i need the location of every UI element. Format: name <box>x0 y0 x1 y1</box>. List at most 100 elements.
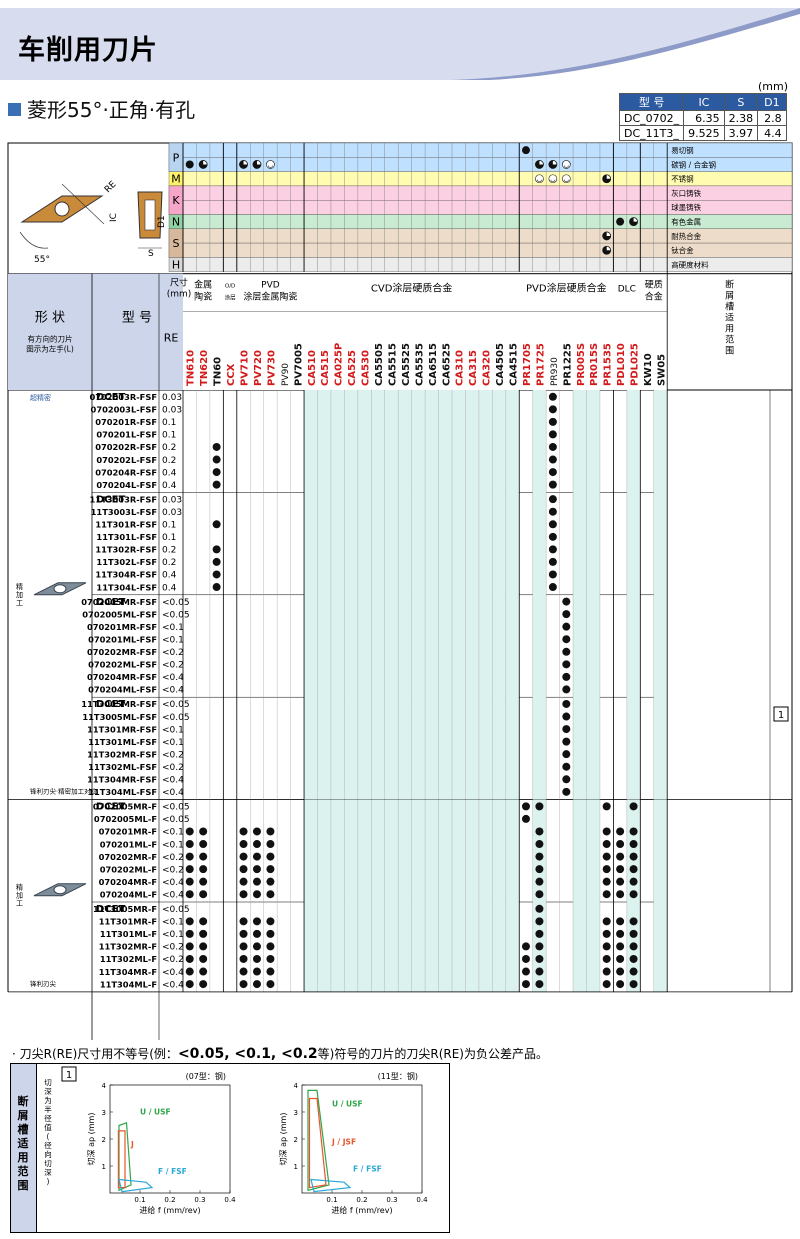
compat-dot <box>562 737 571 746</box>
chip-header-char: 槽 <box>725 301 734 313</box>
compat-dot <box>548 455 557 464</box>
re-cell: 0.03 <box>162 393 182 403</box>
x-axis-label: 进给 f (mm/rev) <box>331 1205 392 1215</box>
x-tick: 0.3 <box>386 1196 397 1204</box>
angle55-label: 55° <box>34 255 50 265</box>
compat-dot <box>212 545 221 554</box>
compat-dot <box>212 455 221 464</box>
compat-dot <box>562 622 571 631</box>
grade-name: PDL010 <box>616 343 627 386</box>
compat-dot <box>185 877 194 886</box>
compat-dot <box>185 917 194 926</box>
teal-column <box>452 390 466 800</box>
s-label: S <box>148 249 154 259</box>
compat-dot <box>199 942 208 951</box>
shape-header: 形 状 <box>35 311 65 326</box>
compat-dot <box>252 929 261 938</box>
shape-label-char: 精 <box>16 582 23 591</box>
model-cell: 11T301MR-FSF <box>87 724 157 734</box>
x-tick: 0.2 <box>356 1196 367 1204</box>
material-mark <box>616 217 625 226</box>
footnote-values: <0.05, <0.1, <0.2 <box>177 1046 318 1062</box>
compat-dot <box>616 840 625 849</box>
y-tick: 1 <box>294 1163 298 1171</box>
panel-num: 1 <box>66 1070 72 1081</box>
compat-dot <box>629 877 638 886</box>
grade-name: PR1705 <box>522 343 533 386</box>
compat-dot <box>629 967 638 976</box>
re-cell: <0.1 <box>162 725 184 735</box>
compat-dot <box>266 967 275 976</box>
re-cell: <0.4 <box>162 878 184 888</box>
re-cell: <0.2 <box>162 865 184 875</box>
model-cell: 0702005MR-F <box>93 802 157 812</box>
y-tick: 3 <box>102 1109 106 1117</box>
grade-matrix: REIC55°D1S7°P易切钢碳钢 / 合金钢M不锈钢K灰口铸铁球墨铸铁N有色… <box>7 142 793 1040</box>
teal-column <box>573 390 587 800</box>
compat-dot <box>548 430 557 439</box>
compat-dot <box>548 507 557 516</box>
region-u-label: U / USF <box>140 1108 171 1117</box>
compat-dot <box>252 917 261 926</box>
group-label: 合金 <box>645 291 663 303</box>
compat-dot <box>199 890 208 899</box>
compat-dot <box>548 532 557 541</box>
re-cell: <0.05 <box>162 803 190 813</box>
grade-name: CA4515 <box>509 343 520 386</box>
material-row <box>182 171 793 187</box>
compat-dot <box>239 852 248 861</box>
region-f-label: F / FSF <box>158 1167 187 1176</box>
re-cell: <0.1 <box>162 840 184 850</box>
compat-dot <box>535 967 544 976</box>
re-cell: <0.1 <box>162 918 184 928</box>
compat-dot <box>629 827 638 836</box>
re-cell: 0.03 <box>162 495 182 505</box>
compat-dot <box>602 942 611 951</box>
teal-column <box>653 799 668 992</box>
model-cell: 11T302L-FSF <box>96 557 157 567</box>
compat-dot <box>629 802 638 811</box>
region-u-label: U / USF <box>332 1100 363 1109</box>
compat-dot <box>266 942 275 951</box>
compat-dot <box>199 954 208 963</box>
grade-name: PV7005 <box>293 343 304 386</box>
compat-dot <box>562 610 571 619</box>
chart-caption: (11型：钢) <box>378 1071 418 1081</box>
compat-dot <box>629 954 638 963</box>
material-label: 球墨铸铁 <box>671 202 701 212</box>
footnote: · 刀尖R(RE)尺寸用不等号(例：<0.05, <0.1, <0.2等)符号的… <box>12 1045 548 1062</box>
compat-dot <box>562 750 571 759</box>
compat-dot <box>562 660 571 669</box>
panel-sub-char: 切 <box>44 1159 52 1168</box>
grade-name: PV710 <box>240 350 251 386</box>
grade-name: CA5525 <box>401 343 412 386</box>
re-cell: <0.2 <box>162 661 184 671</box>
material-label: 碳钢 / 合金钢 <box>671 159 716 169</box>
teal-column <box>478 390 493 800</box>
compat-dot <box>239 929 248 938</box>
teal-column <box>371 799 385 992</box>
compat-dot <box>548 557 557 566</box>
compat-dot <box>616 942 625 951</box>
chip-header-char: 断 <box>725 279 734 291</box>
compat-dot <box>548 545 557 554</box>
re-cell: 0.2 <box>162 443 176 453</box>
model-cell: 11T304ML-F <box>100 979 157 989</box>
model-cell: 070201R-FSF <box>95 417 157 427</box>
compat-dot <box>602 929 611 938</box>
compat-dot <box>562 672 571 681</box>
panel-sub-char: ( <box>47 1132 50 1141</box>
teal-column <box>398 799 412 992</box>
model-cell: 0702005ML-FSF <box>82 609 157 619</box>
panel-sub-char: 切 <box>44 1078 52 1087</box>
compat-dot <box>212 468 221 477</box>
model-cell: 11T301R-FSF <box>95 520 157 530</box>
compat-dot <box>562 635 571 644</box>
compat-dot <box>212 442 221 451</box>
material-row <box>182 242 793 258</box>
re-cell: <0.2 <box>162 853 184 863</box>
model-cell: 070202R-FSF <box>95 442 157 452</box>
material-row <box>182 142 793 158</box>
compat-dot <box>535 942 544 951</box>
compat-dot <box>602 980 611 989</box>
